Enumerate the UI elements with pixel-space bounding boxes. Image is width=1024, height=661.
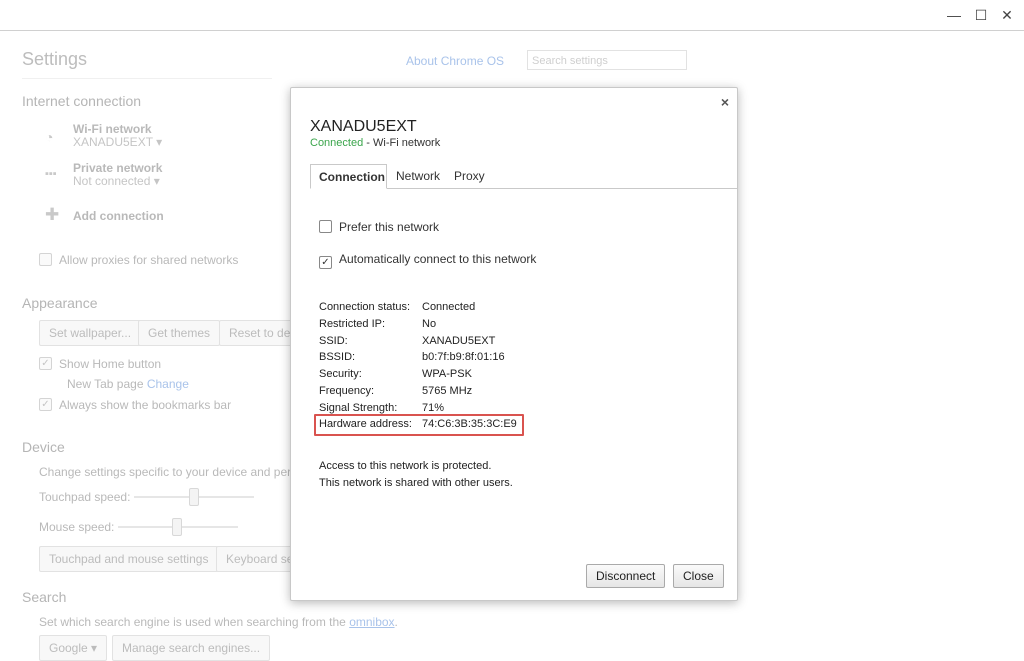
omnibox-link[interactable]: omnibox: [349, 615, 394, 629]
touchpad-speed-label: Touchpad speed:: [39, 490, 131, 504]
auto-connect-checkbox[interactable]: ✓: [319, 256, 332, 269]
page-title: Settings: [22, 49, 88, 69]
show-home-label: Show Home button: [59, 357, 162, 371]
mouse-speed-label: Mouse speed:: [39, 520, 115, 534]
hardware-address-row: Hardware address: 74:C6:3B:35:3C:E9: [319, 418, 517, 430]
ssid-row: SSID: XANADU5EXT: [319, 335, 496, 347]
add-connection-button[interactable]: Add connection: [73, 209, 164, 223]
dialog-subtitle: Connected - Wi-Fi network: [310, 137, 441, 149]
tab-network[interactable]: Network: [388, 164, 448, 188]
close-window-button[interactable]: ✕: [998, 6, 1016, 24]
signal-strength-row: Signal Strength: 71%: [319, 402, 445, 414]
ethernet-icon: ▪▪▪: [45, 168, 57, 180]
disconnect-button[interactable]: Disconnect: [586, 564, 666, 588]
bookmarks-bar-checkbox[interactable]: ✓: [39, 398, 52, 411]
internet-section-heading: Internet connection: [22, 93, 142, 109]
mouse-speed-thumb[interactable]: [172, 518, 182, 536]
search-section-heading: Search: [22, 589, 67, 605]
allow-proxies-checkbox[interactable]: [39, 253, 52, 266]
shared-note: This network is shared with other users.: [319, 477, 513, 489]
manage-search-engines-button[interactable]: Manage search engines...: [112, 635, 271, 661]
security-row: Security: WPA-PSK: [319, 368, 472, 380]
private-network-label[interactable]: Private network: [73, 161, 162, 175]
touchpad-speed-thumb[interactable]: [189, 488, 199, 506]
auto-connect-label: Automatically connect to this network: [339, 252, 537, 266]
dialog-close-icon[interactable]: ×: [721, 94, 729, 110]
about-chrome-os-link[interactable]: About Chrome OS: [406, 54, 504, 68]
private-network-value[interactable]: Not connected ▾: [73, 174, 160, 188]
bookmarks-bar-label: Always show the bookmarks bar: [59, 398, 232, 412]
dialog-tabs: Connection Network Proxy: [310, 164, 737, 189]
connected-status: Connected: [310, 137, 364, 149]
auto-connect-row[interactable]: ✓ Automatically connect to this network: [319, 252, 536, 269]
appearance-section-heading: Appearance: [22, 295, 98, 311]
new-tab-page-label: New Tab page Change: [67, 377, 189, 391]
connection-status-row: Connection status: Connected: [319, 301, 476, 313]
close-button[interactable]: Close: [673, 564, 724, 588]
tab-proxy[interactable]: Proxy: [446, 164, 493, 188]
window-titlebar: — ☐ ✕: [0, 0, 1024, 31]
add-icon: ✚: [45, 205, 60, 224]
search-settings-input[interactable]: Search settings: [527, 50, 687, 70]
wifi-network-value[interactable]: XANADU5EXT ▾: [73, 135, 162, 149]
dialog-title: XANADU5EXT: [310, 118, 417, 135]
title-divider: [22, 78, 272, 79]
prefer-network-label: Prefer this network: [339, 220, 440, 234]
frequency-row: Frequency: 5765 MHz: [319, 385, 473, 397]
wifi-icon: ◔: [45, 129, 54, 145]
search-description: Set which search engine is used when sea…: [39, 615, 398, 629]
show-home-checkbox[interactable]: ✓: [39, 357, 52, 370]
prefer-network-checkbox[interactable]: [319, 220, 332, 233]
touchpad-mouse-settings-button[interactable]: Touchpad and mouse settings: [39, 546, 219, 572]
allow-proxies-label: Allow proxies for shared networks: [59, 253, 239, 267]
change-link[interactable]: Change: [147, 377, 189, 391]
wifi-network-label[interactable]: Wi-Fi network: [73, 122, 152, 136]
minimize-button[interactable]: —: [945, 6, 963, 24]
set-wallpaper-button[interactable]: Set wallpaper...: [39, 320, 142, 346]
protected-note: Access to this network is protected.: [319, 460, 492, 472]
network-details-dialog: × XANADU5EXT Connected - Wi-Fi network C…: [290, 87, 738, 601]
search-engine-select[interactable]: Google ▾: [39, 635, 108, 661]
bssid-row: BSSID: b0:7f:b9:8f:01:16: [319, 351, 505, 363]
prefer-network-row[interactable]: Prefer this network: [319, 220, 439, 234]
tab-connection[interactable]: Connection: [310, 164, 387, 189]
device-description: Change settings specific to your device …: [39, 465, 308, 479]
get-themes-button[interactable]: Get themes: [138, 320, 221, 346]
device-section-heading: Device: [22, 439, 65, 455]
maximize-button[interactable]: ☐: [972, 6, 990, 24]
restricted-ip-row: Restricted IP: No: [319, 318, 437, 330]
